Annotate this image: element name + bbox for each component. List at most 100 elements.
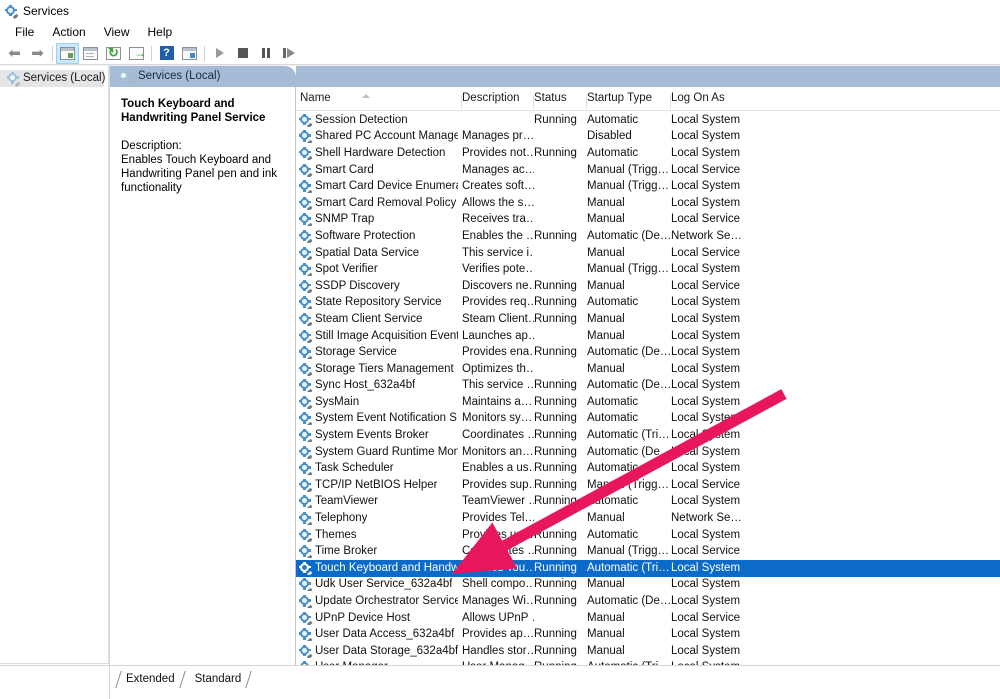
table-row[interactable]: Shared PC Account Manager Manages pr… Disa… bbox=[296, 129, 1000, 146]
table-row[interactable]: Storage Tiers Management Optimizes th… Man… bbox=[296, 361, 1000, 378]
cell-log-on-as: Local Service bbox=[671, 279, 741, 292]
tree-item-services-local[interactable]: Services (Local) bbox=[0, 70, 105, 87]
table-row[interactable]: Shell Hardware Detection Provides not… Run… bbox=[296, 145, 1000, 162]
cell-description: Enables the … bbox=[462, 229, 534, 242]
table-row[interactable]: Update Orchestrator Service Manages Wi… Ru… bbox=[296, 593, 1000, 610]
table-row[interactable]: Storage Service Provides ena… Running Autom… bbox=[296, 344, 1000, 361]
menu-item-view[interactable]: View bbox=[95, 24, 139, 41]
cell-description: Verifies pote… bbox=[462, 263, 534, 276]
forward-button[interactable]: ➡ bbox=[26, 43, 49, 64]
services-gear-icon bbox=[299, 263, 313, 277]
table-row[interactable]: Time Broker Coordinates … Running Manual (T… bbox=[296, 543, 1000, 560]
table-row[interactable]: UPnP Device Host Allows UPnP … Manual Local… bbox=[296, 610, 1000, 627]
table-row[interactable]: Still Image Acquisition Events Launches a… bbox=[296, 328, 1000, 345]
cell-startup-type: Automatic bbox=[587, 412, 639, 425]
column-header-name[interactable]: Name bbox=[296, 92, 462, 110]
services-list-view[interactable]: Name Description Status Startup Type Log… bbox=[296, 87, 1000, 665]
table-row[interactable]: Sync Host_632a4bf This service … Running Au… bbox=[296, 378, 1000, 395]
service-name: Spot Verifier bbox=[315, 263, 378, 276]
table-row[interactable]: Smart Card Removal Policy Allows the s… Ma… bbox=[296, 195, 1000, 212]
table-row[interactable]: Task Scheduler Enables a us… Running Automa… bbox=[296, 460, 1000, 477]
table-row[interactable]: System Guard Runtime Mon… Monitors an… Run… bbox=[296, 444, 1000, 461]
cell-status: Running bbox=[534, 379, 577, 392]
column-header-logon[interactable]: Log On As bbox=[671, 92, 751, 110]
table-row[interactable]: SSDP Discovery Discovers ne… Running Manual… bbox=[296, 278, 1000, 295]
back-button[interactable]: ⬅ bbox=[3, 43, 26, 64]
stop-service-button[interactable] bbox=[231, 43, 254, 64]
description-label: Description: bbox=[121, 140, 182, 152]
cell-log-on-as: Local System bbox=[671, 528, 741, 541]
cell-name: System Guard Runtime Mon… bbox=[296, 445, 462, 459]
refresh-button[interactable] bbox=[102, 43, 125, 64]
column-header-description[interactable]: Description bbox=[462, 92, 534, 110]
services-window: Services File Action View Help ⬅ ➡ ? bbox=[0, 0, 1000, 699]
services-gear-icon bbox=[299, 512, 313, 526]
table-row[interactable]: Steam Client Service Steam Client… Running… bbox=[296, 311, 1000, 328]
table-row[interactable]: Themes Provides us… Running Automatic Local … bbox=[296, 527, 1000, 544]
table-row[interactable]: Udk User Service_632a4bf Shell compo… Runn… bbox=[296, 577, 1000, 594]
cell-name: SNMP Trap bbox=[296, 213, 462, 227]
cell-description: Discovers ne… bbox=[462, 279, 534, 292]
column-header-startup[interactable]: Startup Type bbox=[587, 92, 671, 110]
cell-name: Telephony bbox=[296, 512, 462, 526]
table-row[interactable]: Spatial Data Service This service i… Manua… bbox=[296, 245, 1000, 262]
action-pane-icon bbox=[182, 46, 197, 60]
show-hide-console-tree-button[interactable] bbox=[56, 42, 79, 64]
table-row[interactable]: User Data Storage_632a4bf Handles stor… Ru… bbox=[296, 643, 1000, 660]
table-row[interactable]: Spot Verifier Verifies pote… Manual (Trigg… bbox=[296, 261, 1000, 278]
table-row[interactable]: State Repository Service Provides req… Run… bbox=[296, 295, 1000, 312]
services-gear-icon bbox=[299, 196, 313, 210]
cell-log-on-as: Local System bbox=[671, 462, 741, 475]
table-row[interactable]: Telephony Provides Tel… Manual Network Se… bbox=[296, 510, 1000, 527]
cell-log-on-as: Local System bbox=[671, 130, 741, 143]
content-pane: Services (Local) Touch Keyboard and Hand… bbox=[110, 66, 1000, 699]
menu-item-file[interactable]: File bbox=[6, 24, 43, 41]
cell-status: Running bbox=[534, 113, 577, 126]
table-row[interactable]: SNMP Trap Receives tra… Manual Local Servic… bbox=[296, 212, 1000, 229]
start-service-button[interactable] bbox=[208, 43, 231, 64]
cell-startup-type: Manual bbox=[587, 512, 625, 525]
table-row[interactable]: Software Protection Enables the … Running A… bbox=[296, 228, 1000, 245]
cell-status: Running bbox=[534, 561, 577, 574]
mmc-tab-services-local[interactable]: Services (Local) bbox=[110, 66, 296, 87]
cell-name: SysMain bbox=[296, 395, 462, 409]
menu-item-action[interactable]: Action bbox=[43, 24, 94, 41]
column-header-name-label: Name bbox=[300, 92, 331, 104]
services-gear-icon bbox=[299, 561, 313, 575]
view-tabstrip: Extended Standard bbox=[115, 671, 253, 688]
cell-status: Running bbox=[534, 478, 577, 491]
services-gear-icon bbox=[299, 395, 313, 409]
services-gear-icon bbox=[7, 72, 21, 87]
cell-name: Spot Verifier bbox=[296, 263, 462, 277]
table-row[interactable]: TeamViewer TeamViewer … Running Automatic Lo… bbox=[296, 494, 1000, 511]
cell-description: Maintains a… bbox=[462, 395, 533, 408]
service-name: Udk User Service_632a4bf bbox=[315, 578, 453, 591]
pause-service-button[interactable] bbox=[254, 43, 277, 64]
tab-extended[interactable]: Extended bbox=[115, 671, 186, 688]
table-row[interactable]: System Events Broker Coordinates … Running… bbox=[296, 427, 1000, 444]
cell-log-on-as: Local System bbox=[671, 379, 741, 392]
table-row[interactable]: User Data Access_632a4bf Provides ap… Runn… bbox=[296, 626, 1000, 643]
export-list-button[interactable] bbox=[125, 43, 148, 64]
table-row[interactable]: TCP/IP NetBIOS Helper Provides sup… Runnin… bbox=[296, 477, 1000, 494]
menu-item-help[interactable]: Help bbox=[139, 24, 182, 41]
service-name: Smart Card Removal Policy bbox=[315, 196, 457, 209]
cell-description: Provides ena… bbox=[462, 346, 534, 359]
table-row[interactable]: Smart Card Device Enumerat… Creates soft…… bbox=[296, 178, 1000, 195]
table-row[interactable]: System Event Notification S… Monitors sy…… bbox=[296, 411, 1000, 428]
restart-service-button[interactable] bbox=[277, 43, 300, 64]
cell-startup-type: Manual bbox=[587, 611, 625, 624]
table-row[interactable]: Touch Keyboard and Handw… Enables Tou… Run… bbox=[296, 560, 1000, 577]
tab-standard[interactable]: Standard bbox=[185, 671, 253, 688]
help-button[interactable]: ? bbox=[155, 43, 178, 64]
cell-log-on-as: Local Service bbox=[671, 163, 741, 176]
table-row[interactable]: Session Detection Running Automatic Local S… bbox=[296, 112, 1000, 129]
table-row[interactable]: Smart Card Manages ac… Manual (Trigg… Local… bbox=[296, 162, 1000, 179]
service-name: User Data Storage_632a4bf bbox=[315, 644, 458, 657]
column-header-status[interactable]: Status bbox=[534, 92, 587, 110]
show-action-pane-button[interactable] bbox=[178, 43, 201, 64]
cell-startup-type: Automatic (De… bbox=[587, 445, 671, 458]
cell-startup-type: Automatic bbox=[587, 395, 639, 408]
table-row[interactable]: SysMain Maintains a… Running Automatic Local… bbox=[296, 394, 1000, 411]
properties-button[interactable] bbox=[79, 43, 102, 64]
